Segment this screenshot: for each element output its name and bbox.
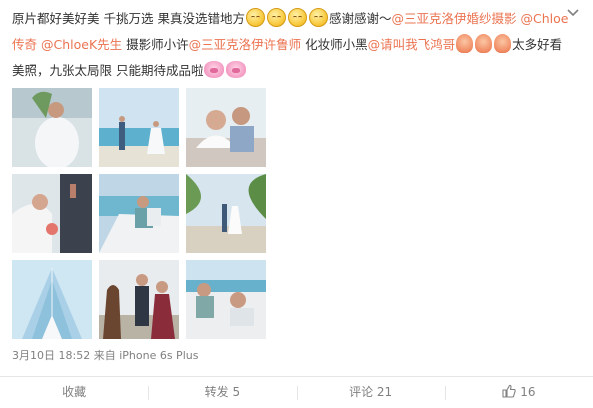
smile-emoji-icon xyxy=(266,8,286,27)
source-prefix: 来自 xyxy=(93,349,116,362)
fist-emoji-icon xyxy=(456,34,474,53)
mention-link[interactable]: @ChloeK先生 xyxy=(41,37,122,52)
thumbs-up-icon xyxy=(502,384,516,398)
mention-link[interactable]: @三亚克洛伊许鲁师 xyxy=(189,37,302,52)
comment-button[interactable]: 评论 21 xyxy=(296,377,445,408)
photo-thumbnail[interactable] xyxy=(99,260,179,339)
favorite-label: 收藏 xyxy=(62,385,87,399)
photo-thumbnail[interactable] xyxy=(186,260,266,339)
photo-thumbnail[interactable] xyxy=(12,88,92,167)
comment-label: 评论 21 xyxy=(349,385,393,399)
mention-link[interactable]: @三亚克洛伊婚纱摄影 xyxy=(391,11,516,26)
fist-emoji-icon xyxy=(475,34,493,53)
photo-thumbnail[interactable] xyxy=(99,88,179,167)
smile-emoji-icon xyxy=(245,8,265,27)
photo-thumbnail[interactable] xyxy=(186,174,266,253)
smile-emoji-icon xyxy=(287,8,307,27)
pig-emoji-icon xyxy=(226,61,247,78)
post-text-segment: 原片都好美好美 千挑万选 果真没选错地方 xyxy=(12,11,245,26)
repost-label: 转发 5 xyxy=(204,385,241,399)
post-text: 原片都好美好美 千挑万选 果真没选错地方 感谢感谢～@三亚克洛伊婚纱摄影 @Chl… xyxy=(12,6,572,84)
post-text-segment: 感谢感谢～ xyxy=(328,11,392,26)
source-device[interactable]: iPhone 6s Plus xyxy=(119,349,198,362)
photo-grid xyxy=(12,88,267,340)
post-text-segment: 摄影师小许 xyxy=(122,37,189,52)
repost-button[interactable]: 转发 5 xyxy=(148,377,296,408)
pig-emoji-icon xyxy=(204,61,225,78)
post-timestamp[interactable]: 3月10日 18:52 xyxy=(12,349,90,362)
fist-emoji-icon xyxy=(494,34,512,53)
action-bar: 收藏 转发 5 评论 21 16 xyxy=(0,376,593,408)
favorite-button[interactable]: 收藏 xyxy=(0,377,148,408)
like-count: 16 xyxy=(520,385,536,399)
smile-emoji-icon xyxy=(308,8,328,27)
photo-thumbnail[interactable] xyxy=(99,174,179,253)
like-button[interactable]: 16 xyxy=(444,377,593,408)
post-text-segment: 化妆师小黑 xyxy=(301,37,368,52)
photo-thumbnail[interactable] xyxy=(12,260,92,339)
post-meta: 3月10日 18:52 来自 iPhone 6s Plus xyxy=(12,347,198,363)
mention-link[interactable]: @请叫我飞鸿哥 xyxy=(368,37,456,52)
photo-thumbnail[interactable] xyxy=(12,174,92,253)
photo-thumbnail[interactable] xyxy=(186,88,266,167)
